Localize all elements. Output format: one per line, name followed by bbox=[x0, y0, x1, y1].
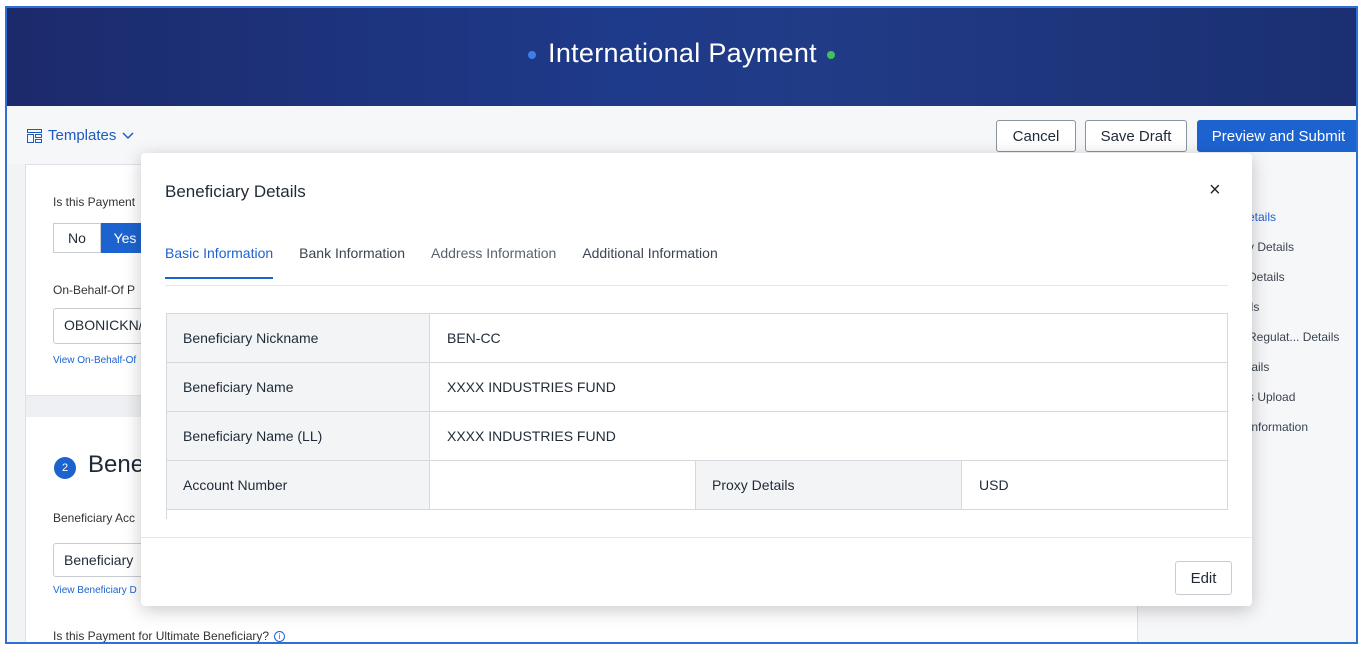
page-title-text: International Payment bbox=[548, 38, 817, 68]
info-icon[interactable]: i bbox=[274, 630, 286, 642]
toggle-no[interactable]: No bbox=[53, 223, 101, 253]
chevron-down-icon bbox=[122, 128, 134, 143]
nav-item[interactable]: Information bbox=[1248, 420, 1308, 434]
row-value: BEN-CC bbox=[430, 314, 1228, 362]
details-table: Beneficiary Nickname BEN-CC Beneficiary … bbox=[166, 313, 1228, 519]
table-row: Beneficiary Nickname BEN-CC bbox=[167, 314, 1228, 363]
nav-item[interactable]: Details bbox=[1248, 270, 1285, 284]
templates-menu[interactable]: Templates bbox=[27, 127, 134, 144]
app-frame: International Payment Templates Cancel S… bbox=[5, 6, 1358, 644]
templates-label: Templates bbox=[48, 127, 117, 144]
payment-question: Is this Payment bbox=[53, 195, 136, 209]
templates-icon bbox=[27, 128, 42, 143]
table-row: Account Number Proxy Details USD bbox=[167, 461, 1228, 510]
header-banner: International Payment bbox=[7, 8, 1356, 106]
table-row: Beneficiary Name (LL) XXXX INDUSTRIES FU… bbox=[167, 412, 1228, 461]
green-dot-icon bbox=[826, 50, 835, 59]
row-label: Proxy Details bbox=[696, 461, 962, 509]
tabs-divider bbox=[165, 285, 1228, 286]
tab-additional-information[interactable]: Additional Information bbox=[582, 245, 717, 279]
nav-item[interactable]: Regulat... Details bbox=[1248, 330, 1339, 344]
close-icon[interactable]: × bbox=[1209, 180, 1221, 200]
modal-title: Beneficiary Details bbox=[165, 182, 306, 201]
obo-link[interactable]: View On-Behalf-Of bbox=[53, 355, 136, 366]
row-value: XXXX INDUSTRIES FUND bbox=[430, 363, 1228, 411]
modal-tabs: Basic Information Bank Information Addre… bbox=[165, 245, 718, 279]
row-label: Beneficiary Nickname bbox=[167, 314, 430, 362]
cancel-button[interactable]: Cancel bbox=[996, 120, 1076, 152]
nav-item[interactable]: etails bbox=[1248, 210, 1276, 224]
row-label: Account Number bbox=[167, 461, 430, 509]
tab-address-information[interactable]: Address Information bbox=[431, 245, 556, 279]
footer-divider bbox=[141, 537, 1252, 538]
section-title: Bene bbox=[88, 451, 145, 478]
table-row: Beneficiary Name XXXX INDUSTRIES FUND bbox=[167, 363, 1228, 412]
beneficiary-details-modal: Beneficiary Details × Basic Information … bbox=[141, 153, 1252, 606]
tab-basic-information[interactable]: Basic Information bbox=[165, 245, 274, 279]
blue-dot-icon bbox=[528, 50, 537, 59]
row-value: XXXX INDUSTRIES FUND bbox=[430, 412, 1228, 460]
row-label: Beneficiary Name bbox=[167, 363, 430, 411]
page-title: International Payment bbox=[7, 38, 1356, 69]
obo-label: On-Behalf-Of P bbox=[53, 283, 136, 297]
ultimate-question-text: Is this Payment for Ultimate Beneficiary… bbox=[53, 629, 270, 643]
beneficiary-account-label: Beneficiary Acc bbox=[53, 511, 136, 525]
edit-button[interactable]: Edit bbox=[1175, 561, 1232, 595]
beneficiary-link[interactable]: View Beneficiary D bbox=[53, 585, 137, 596]
row-value bbox=[430, 461, 696, 509]
ultimate-beneficiary-question: Is this Payment for Ultimate Beneficiary… bbox=[53, 629, 286, 643]
tab-bank-information[interactable]: Bank Information bbox=[299, 245, 405, 279]
step-number: 2 bbox=[54, 457, 76, 479]
row-value: USD bbox=[962, 461, 1228, 509]
nav-item[interactable]: y Details bbox=[1248, 240, 1294, 254]
save-draft-button[interactable]: Save Draft bbox=[1085, 120, 1187, 152]
row-label: Beneficiary Name (LL) bbox=[167, 412, 430, 460]
nav-item[interactable]: s Upload bbox=[1248, 390, 1295, 404]
yes-no-toggle: No Yes bbox=[53, 223, 149, 253]
preview-submit-button[interactable]: Preview and Submit bbox=[1197, 120, 1356, 152]
